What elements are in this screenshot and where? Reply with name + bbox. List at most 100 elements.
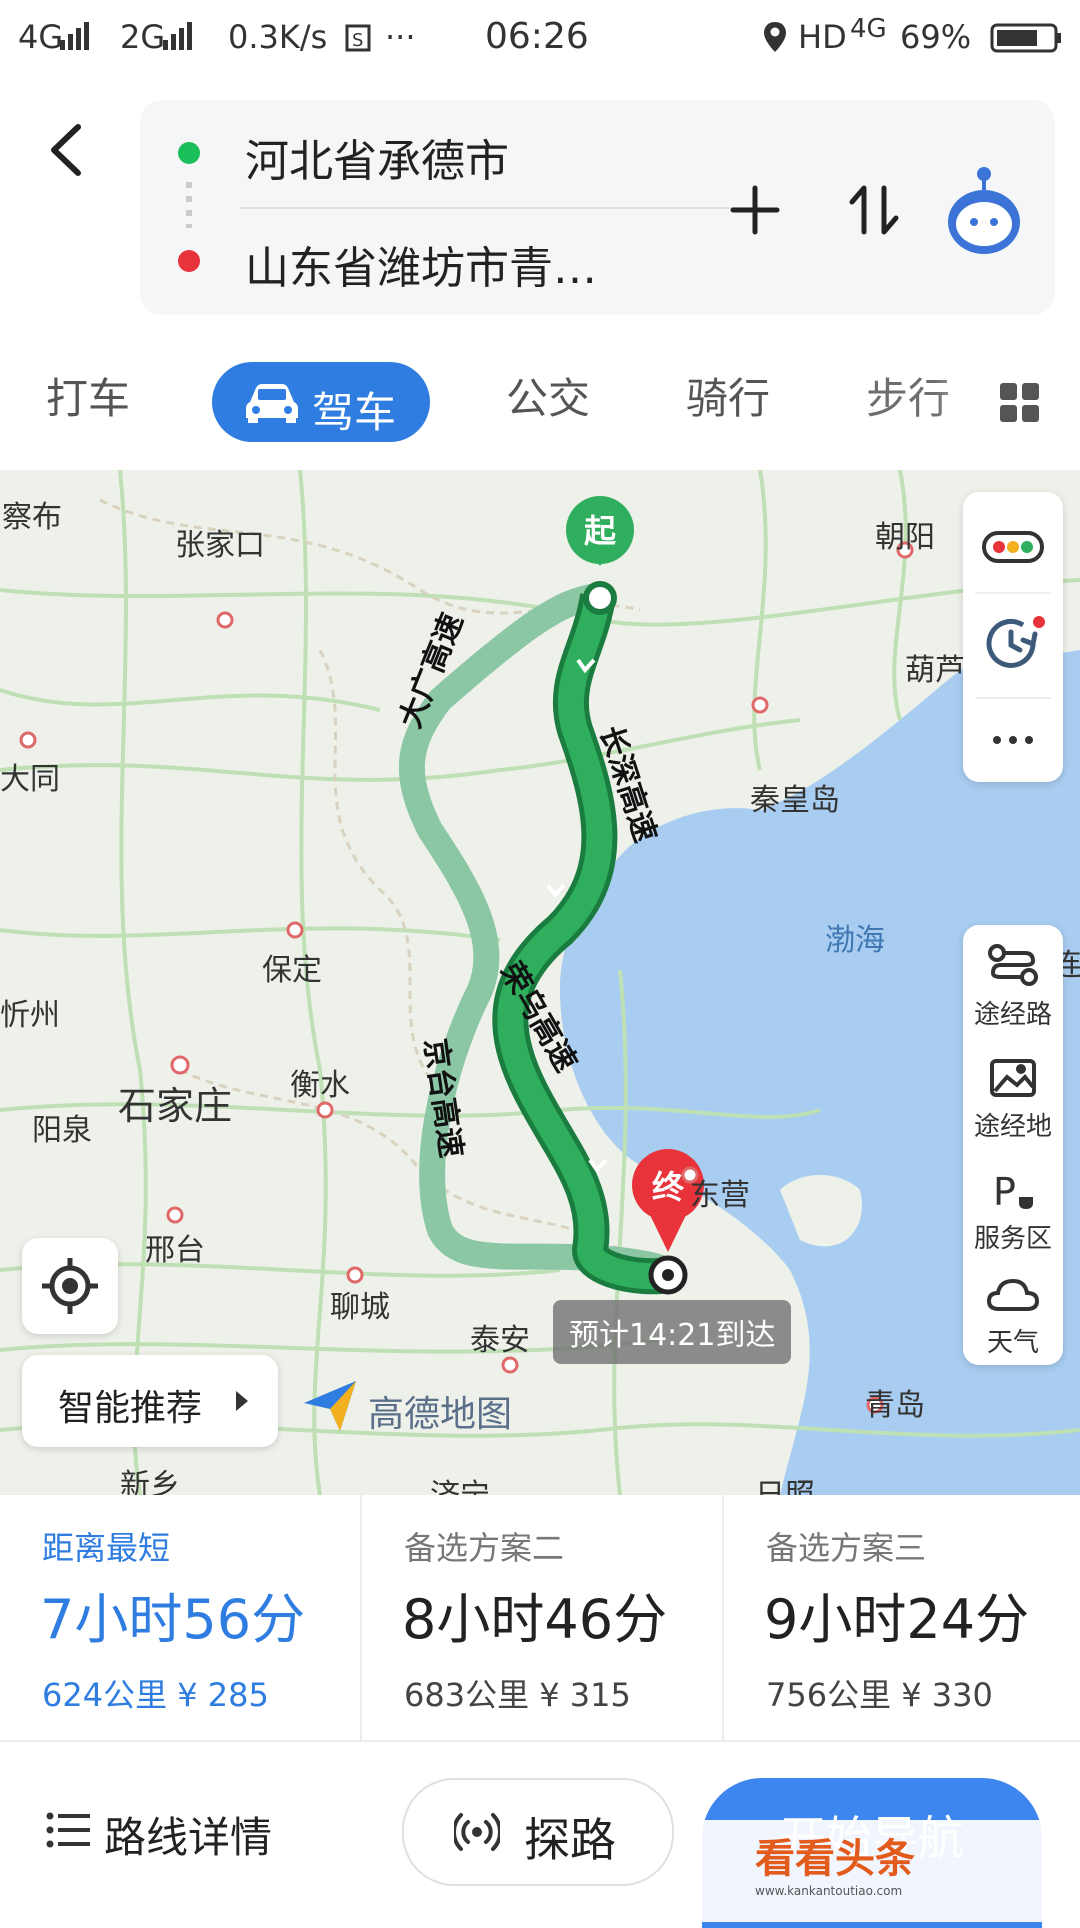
city-label: 衡水	[290, 1068, 350, 1103]
svg-text:P: P	[993, 1170, 1016, 1211]
city-label: 葫芦	[905, 653, 965, 688]
route-options: 距离最短 7小时56分 624公里 ¥ 285 备选方案二 8小时46分 683…	[0, 1495, 1080, 1740]
bottom-action-bar: 路线详情 探路 开始导航 看看头条 www.kankantoutiao.com	[0, 1740, 1080, 1928]
tab-bike[interactable]: 骑行	[686, 365, 770, 426]
route-connector	[186, 182, 192, 228]
option-label: 距离最短	[42, 1529, 171, 1567]
location-icon	[764, 22, 786, 52]
tab-bus[interactable]: 公交	[506, 365, 590, 426]
watermark: 看看头条 www.kankantoutiao.com	[755, 1826, 915, 1898]
assistant-avatar-icon[interactable]	[940, 160, 1028, 260]
city-label: 青岛	[865, 1388, 925, 1423]
battery-percent: 69%	[900, 18, 972, 56]
option-distance: 683公里	[404, 1676, 530, 1714]
status-bar: 4G 2G 0.3K/s S ··· 06:26 HD 4G 69%	[0, 0, 1080, 80]
option-time: 9小时24分	[764, 1588, 1030, 1651]
option-distance-cost: 624公里 ¥ 285	[42, 1670, 269, 1716]
tool-service-area[interactable]: P 服务区	[954, 1167, 1072, 1255]
divider	[975, 697, 1051, 699]
network-label: 2G	[120, 18, 166, 56]
origin-input[interactable]: 河北省承德市	[245, 125, 509, 189]
map-layer-panel	[963, 492, 1063, 782]
city-label: 阳泉	[32, 1113, 92, 1148]
broadcast-icon	[454, 1813, 500, 1851]
car-icon	[246, 384, 298, 423]
origin-dot	[178, 142, 200, 164]
hd-label: HD	[798, 18, 847, 56]
back-icon[interactable]	[40, 115, 100, 185]
swap-icon[interactable]	[846, 180, 902, 240]
route-waypoint-icon	[988, 944, 1038, 986]
svg-text:S: S	[352, 30, 363, 51]
route-option-1[interactable]: 距离最短 7小时56分 624公里 ¥ 285	[0, 1495, 360, 1740]
grid-menu-icon[interactable]	[1000, 383, 1040, 423]
watermark-url: www.kankantoutiao.com	[755, 1884, 903, 1898]
signal-icon	[163, 22, 192, 50]
map-view[interactable]: 大广高速 长深高速 荣乌高速 京台高速 起 终 察布 张家口 大同 朝阳 葫芦 …	[0, 470, 1080, 1495]
tool-waypoint-place[interactable]: 途经地	[954, 1055, 1072, 1143]
city-label: 大同	[0, 762, 60, 797]
route-option-3[interactable]: 备选方案三 9小时24分 756公里 ¥ 330	[724, 1495, 1080, 1740]
tab-drive[interactable]: 驾车	[212, 362, 430, 442]
city-label: 朝阳	[875, 520, 935, 555]
option-distance-cost: 683公里 ¥ 315	[404, 1670, 631, 1716]
option-distance-cost: 756公里 ¥ 330	[766, 1670, 993, 1716]
city-label: 东营	[690, 1178, 750, 1213]
city-label: 察布	[2, 500, 62, 535]
city-label: 保定	[262, 953, 322, 988]
city-label: 济宁	[430, 1470, 490, 1495]
route-option-2[interactable]: 备选方案二 8小时46分 683公里 ¥ 315	[362, 1495, 722, 1740]
option-time: 8小时46分	[402, 1588, 668, 1651]
option-distance: 624公里	[42, 1676, 168, 1714]
tool-label: 服务区	[973, 1224, 1052, 1254]
city-label: 忻州	[0, 998, 60, 1033]
city-label: 新乡	[120, 1468, 180, 1495]
tool-waypoint-road[interactable]: 途经路	[954, 943, 1072, 1031]
destination-dot	[178, 250, 200, 272]
map-pin-icon	[990, 1059, 1036, 1097]
option-label: 备选方案二	[404, 1529, 565, 1567]
tool-weather[interactable]: 天气	[954, 1275, 1072, 1359]
network-speed: 0.3K/s	[228, 18, 328, 56]
tab-taxi[interactable]: 打车	[46, 365, 130, 426]
clock-history-icon[interactable]	[983, 612, 1045, 674]
service-area-icon: P	[993, 1170, 1033, 1214]
status-more: ···	[385, 18, 416, 56]
city-label: 日照	[755, 1470, 815, 1495]
smart-recommend-button[interactable]: 智能推荐	[22, 1355, 278, 1447]
tab-drive-label: 驾车	[312, 388, 397, 437]
traffic-light-icon[interactable]	[981, 527, 1045, 567]
option-time: 7小时56分	[40, 1588, 306, 1651]
explore-road-button[interactable]: 探路	[402, 1778, 674, 1886]
caret-right-icon	[236, 1391, 248, 1411]
map-canvas: 大广高速 长深高速 荣乌高速 京台高速 起 终	[0, 470, 1080, 1495]
route-input-panel: 河北省承德市 山东省潍坊市青…	[140, 100, 1055, 315]
signal-icon	[60, 22, 89, 50]
locate-button[interactable]	[22, 1238, 118, 1334]
option-cost: ¥ 285	[177, 1676, 269, 1714]
destination-input[interactable]: 山东省潍坊市青…	[245, 232, 597, 296]
add-waypoint-icon[interactable]	[727, 182, 783, 238]
sea-label: 渤海	[825, 923, 885, 958]
start-marker-label: 起	[584, 512, 617, 550]
recommend-label: 智能推荐	[58, 1388, 203, 1429]
tool-label: 天气	[986, 1328, 1039, 1358]
locate-icon	[42, 1258, 98, 1314]
amap-logo-icon	[304, 1381, 356, 1431]
divider	[975, 592, 1051, 594]
tool-label: 途经地	[973, 1112, 1052, 1142]
more-icon[interactable]	[991, 732, 1035, 748]
city-label: 泰安	[470, 1323, 530, 1358]
city-label: 秦皇岛	[750, 783, 840, 818]
watermark-text: 看看头条	[755, 1836, 915, 1882]
end-marker-label: 终	[652, 1168, 685, 1206]
eta-label: 预计14:21到达	[553, 1300, 792, 1364]
clock: 06:26	[485, 16, 589, 57]
network-label: 4G	[850, 14, 887, 44]
tool-label: 途经路	[973, 1000, 1052, 1030]
network-label: 4G	[18, 18, 64, 56]
divider	[240, 207, 760, 209]
list-icon	[46, 1812, 90, 1848]
city-label: 聊城	[330, 1290, 390, 1325]
battery-icon	[990, 23, 1061, 53]
